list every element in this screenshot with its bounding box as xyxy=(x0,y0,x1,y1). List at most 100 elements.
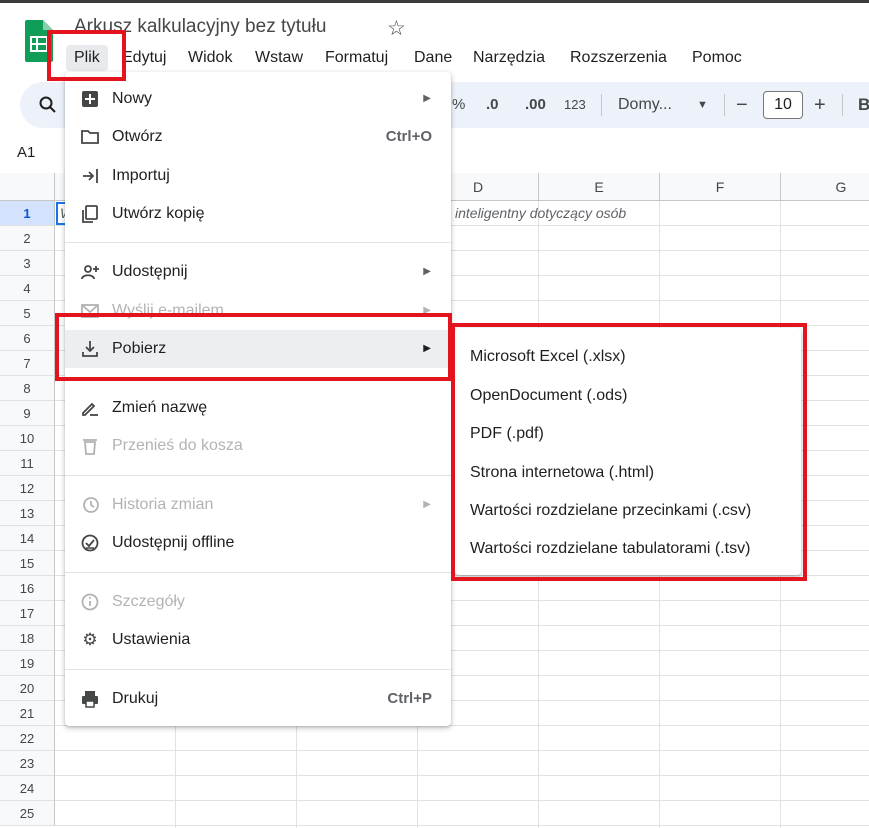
submenu-arrow-icon: ▶ xyxy=(423,266,431,277)
row-header[interactable]: 11 xyxy=(0,451,55,476)
folder-icon xyxy=(81,130,99,144)
menu-item-label: Importuj xyxy=(112,167,170,184)
column-header-g[interactable]: G xyxy=(781,173,869,201)
row-header[interactable]: 18 xyxy=(0,626,55,651)
row-header[interactable]: 21 xyxy=(0,701,55,726)
menu-item-trash: Przenieś do kosza xyxy=(65,427,451,465)
menu-item-share[interactable]: Udostępnij ▶ xyxy=(65,253,451,291)
row-header[interactable]: 24 xyxy=(0,776,55,801)
menu-item-label: Udostępnij xyxy=(112,263,188,280)
annotation-box-download xyxy=(55,313,452,381)
select-all-corner[interactable] xyxy=(0,173,55,201)
menu-extensions[interactable]: Rozszerzenia xyxy=(570,45,667,71)
cell-text-fragment: inteligentny dotyczący osób xyxy=(455,205,627,221)
row-header[interactable]: 19 xyxy=(0,651,55,676)
row-header[interactable]: 25 xyxy=(0,801,55,826)
row-header[interactable]: 23 xyxy=(0,751,55,776)
annotation-box-submenu xyxy=(451,323,807,581)
menu-item-label: Udostępnij offline xyxy=(112,534,235,551)
menu-item-label: Zmień nazwę xyxy=(112,399,208,416)
row-header[interactable]: 7 xyxy=(0,351,55,376)
menu-item-label: Ustawienia xyxy=(112,631,191,648)
menu-item-import[interactable]: Importuj xyxy=(65,157,451,195)
menu-item-label: Otwórz xyxy=(112,128,163,145)
name-box[interactable]: A1 xyxy=(17,144,35,161)
menu-tools[interactable]: Narzędzia xyxy=(473,45,545,71)
row-header[interactable]: 8 xyxy=(0,376,55,401)
row-header[interactable]: 15 xyxy=(0,551,55,576)
search-icon[interactable] xyxy=(38,95,58,115)
toolbar-divider xyxy=(601,94,602,116)
menu-format[interactable]: Formatuj xyxy=(325,45,388,71)
dropdown-arrow-icon[interactable]: ▼ xyxy=(697,82,708,128)
percent-format-button[interactable]: % xyxy=(452,82,465,128)
menu-insert[interactable]: Wstaw xyxy=(255,45,303,71)
menu-item-open[interactable]: Otwórz Ctrl+O xyxy=(65,118,451,156)
menu-item-make-copy[interactable]: Utwórz kopię xyxy=(65,195,451,233)
file-menu-dropdown: Nowy ▶ Otwórz Ctrl+O Importuj Utwórz kop… xyxy=(65,72,451,726)
row-header[interactable]: 3 xyxy=(0,251,55,276)
submenu-arrow-icon: ▶ xyxy=(423,93,431,104)
column-header-e[interactable]: E xyxy=(539,173,660,201)
menu-data[interactable]: Dane xyxy=(414,45,452,71)
menu-divider xyxy=(65,572,451,573)
share-person-icon xyxy=(81,265,99,280)
menu-item-label: Drukuj xyxy=(112,690,159,707)
menu-item-label: Nowy xyxy=(112,90,153,107)
shortcut-text: Ctrl+P xyxy=(387,690,432,707)
decrease-decimal-button[interactable]: .0 xyxy=(486,82,499,128)
font-size-input[interactable]: 10 xyxy=(763,91,803,119)
offline-icon xyxy=(81,534,99,552)
trash-icon xyxy=(83,439,97,455)
plus-box-icon xyxy=(82,91,98,107)
row-header[interactable]: 5 xyxy=(0,301,55,326)
row-header[interactable]: 16 xyxy=(0,576,55,601)
menu-item-rename[interactable]: Zmień nazwę xyxy=(65,389,451,427)
menu-item-print[interactable]: Drukuj Ctrl+P xyxy=(65,680,451,718)
history-icon xyxy=(83,497,99,513)
font-size-decrease-button[interactable]: − xyxy=(736,82,748,128)
column-header-f[interactable]: F xyxy=(660,173,781,201)
menu-item-version-history: Historia zmian ▶ xyxy=(65,486,451,524)
submenu-arrow-icon: ▶ xyxy=(423,499,431,510)
copy-icon xyxy=(82,205,98,223)
menu-item-label: Szczegóły xyxy=(112,593,185,610)
row-header[interactable]: 12 xyxy=(0,476,55,501)
printer-icon xyxy=(82,691,98,708)
row-header[interactable]: 9 xyxy=(0,401,55,426)
gear-icon: ⚙ xyxy=(82,630,98,649)
bold-button[interactable]: B xyxy=(858,82,869,128)
row-header[interactable]: 13 xyxy=(0,501,55,526)
row-header[interactable]: 22 xyxy=(0,726,55,751)
row-header[interactable]: 4 xyxy=(0,276,55,301)
menu-edit[interactable]: Edytuj xyxy=(122,45,166,71)
toolbar-divider xyxy=(842,94,843,116)
row-header[interactable]: 10 xyxy=(0,426,55,451)
star-icon[interactable]: ☆ xyxy=(387,16,406,41)
menu-divider xyxy=(65,242,451,243)
shortcut-text: Ctrl+O xyxy=(385,128,432,145)
menu-help[interactable]: Pomoc xyxy=(692,45,742,71)
number-format-button[interactable]: 123 xyxy=(564,82,586,128)
menu-view[interactable]: Widok xyxy=(188,45,232,71)
row-header[interactable]: 1 xyxy=(0,201,55,226)
font-family-select[interactable]: Domy... xyxy=(618,82,672,128)
font-size-increase-button[interactable]: + xyxy=(814,82,826,128)
rename-icon xyxy=(82,402,98,416)
menu-divider xyxy=(65,669,451,670)
menu-item-label: Historia zmian xyxy=(112,496,214,513)
menu-item-label: Utwórz kopię xyxy=(112,205,205,222)
toolbar-divider xyxy=(724,94,725,116)
menu-item-settings[interactable]: ⚙ Ustawienia xyxy=(65,621,451,659)
increase-decimal-button[interactable]: .00 xyxy=(525,82,546,128)
row-header[interactable]: 17 xyxy=(0,601,55,626)
top-border xyxy=(0,0,869,3)
menu-item-offline[interactable]: Udostępnij offline xyxy=(65,524,451,562)
row-header[interactable]: 14 xyxy=(0,526,55,551)
row-header[interactable]: 20 xyxy=(0,676,55,701)
menu-item-new[interactable]: Nowy ▶ xyxy=(65,80,451,118)
row-header[interactable]: 6 xyxy=(0,326,55,351)
row-header[interactable]: 2 xyxy=(0,226,55,251)
annotation-box-file-menu xyxy=(47,30,126,81)
menu-divider xyxy=(65,475,451,476)
